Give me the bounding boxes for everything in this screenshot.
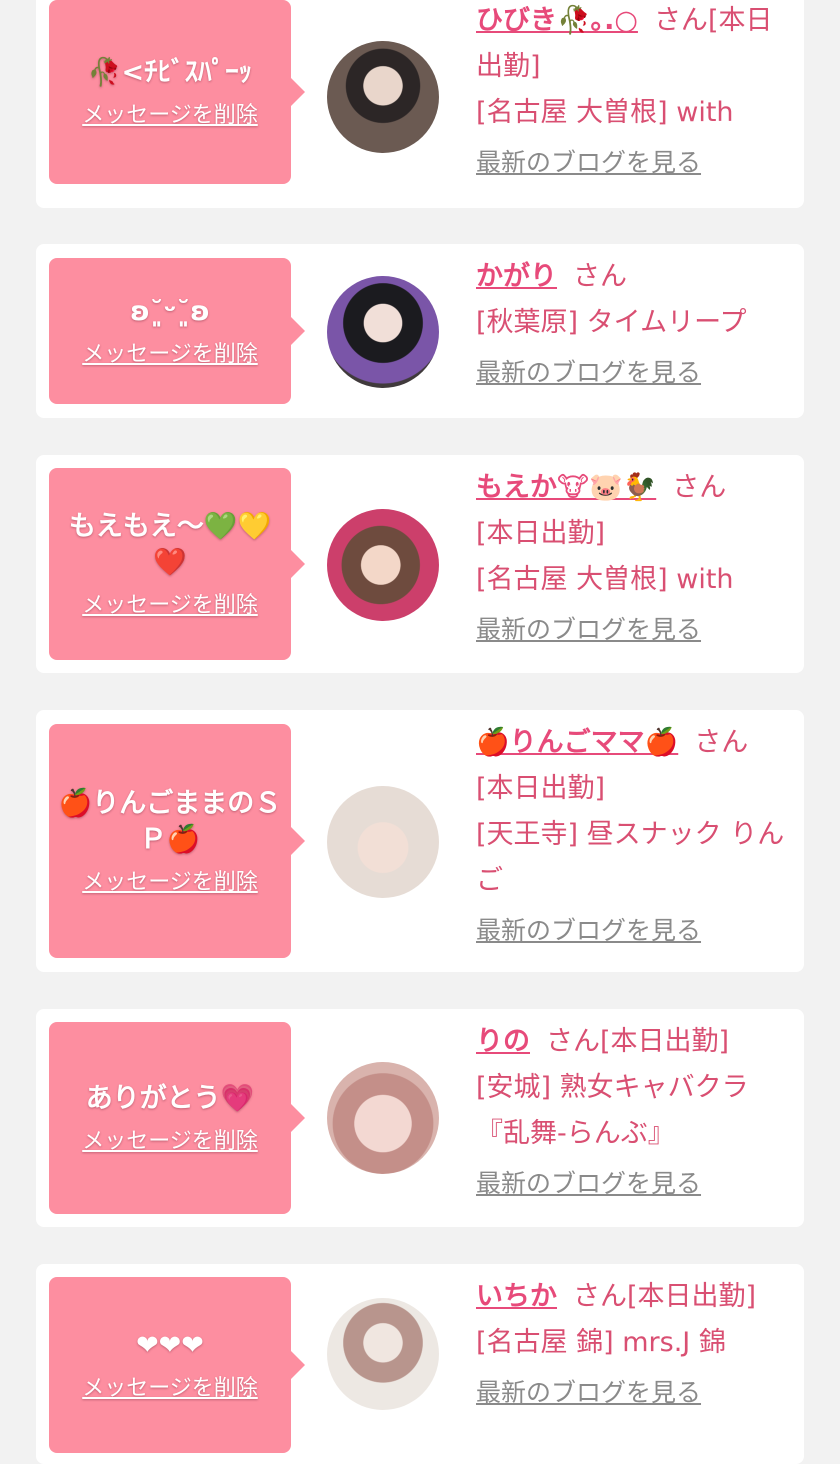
message-text: ʚ˘͈ᵕ˘͈ʚ bbox=[130, 296, 210, 327]
girl-info: りの さん[本日出勤] [安城] 熟女キャバクラ『乱舞-らんぶ』 最新のブログを見… bbox=[476, 1019, 788, 1207]
work-status: [本日出勤] bbox=[627, 1281, 757, 1312]
message-bubble: ありがとう💗 メッセージを削除 bbox=[49, 1022, 305, 1214]
girl-info: 🍎りんごママ🍎 さん [本日出勤] [天王寺] 昼スナック りんご 最新のブログを… bbox=[476, 720, 788, 954]
latest-blog-link[interactable]: 最新のブログを見る bbox=[476, 140, 701, 186]
message-card: ありがとう💗 メッセージを削除 りの さん[本日出勤] [安城] 熟女キャバクラ『… bbox=[36, 1009, 804, 1227]
girl-name-link[interactable]: ひびき🥀｡.○ bbox=[476, 5, 638, 36]
message-bubble: ❤︎❤︎❤︎ メッセージを削除 bbox=[49, 1277, 305, 1453]
girl-info: もえか🐮🐷🐓 さん [本日出勤] [名古屋 大曽根] with 最新のブログを見る bbox=[476, 465, 788, 653]
delete-message-link[interactable]: メッセージを削除 bbox=[82, 864, 258, 896]
work-status: [本日出勤] bbox=[476, 773, 606, 804]
delete-message-link[interactable]: メッセージを削除 bbox=[82, 336, 258, 368]
delete-message-link[interactable]: メッセージを削除 bbox=[82, 1370, 258, 1402]
avatar[interactable] bbox=[327, 1298, 439, 1410]
latest-blog-link[interactable]: 最新のブログを見る bbox=[476, 350, 701, 396]
message-text: ありがとう💗 bbox=[85, 1083, 255, 1114]
girl-info: いちか さん[本日出勤] [名古屋 錦] mrs.J 錦 最新のブログを見る bbox=[476, 1274, 788, 1416]
girl-info: ひびき🥀｡.○ さん[本日出勤] [名古屋 大曽根] with 最新のブログを見る bbox=[476, 0, 788, 186]
girl-name-link[interactable]: もえか🐮🐷🐓 bbox=[476, 472, 656, 503]
shop-name: [秋葉原] タイムリープ bbox=[476, 307, 747, 338]
honorific: さん bbox=[672, 472, 727, 503]
shop-name: [名古屋 大曽根] with bbox=[476, 564, 734, 595]
honorific: さん bbox=[653, 5, 708, 36]
latest-blog-link[interactable]: 最新のブログを見る bbox=[476, 1370, 701, 1416]
message-card: もえもえ〜💚💛❤️ メッセージを削除 もえか🐮🐷🐓 さん [本日出勤] [名古屋 … bbox=[36, 455, 804, 673]
shop-name: [名古屋 大曽根] with bbox=[476, 97, 734, 128]
avatar[interactable] bbox=[327, 41, 439, 153]
shop-name: [天王寺] 昼スナック りんご bbox=[476, 819, 785, 896]
message-card: ʚ˘͈ᵕ˘͈ʚ メッセージを削除 かがり さん [秋葉原] タイムリープ 最新のブ… bbox=[36, 244, 804, 418]
message-bubble: もえもえ〜💚💛❤️ メッセージを削除 bbox=[49, 468, 305, 660]
avatar[interactable] bbox=[327, 786, 439, 898]
message-card: 🥀<ﾁﾋﾞｽﾊﾟｰｯ メッセージを削除 ひびき🥀｡.○ さん[本日出勤] [名古屋… bbox=[36, 0, 804, 208]
shop-name: [名古屋 錦] mrs.J 錦 bbox=[476, 1327, 726, 1358]
avatar[interactable] bbox=[327, 509, 439, 621]
delete-message-link[interactable]: メッセージを削除 bbox=[82, 587, 258, 619]
avatar[interactable] bbox=[327, 1062, 439, 1174]
message-text: もえもえ〜💚💛❤️ bbox=[68, 511, 272, 578]
message-card: ❤︎❤︎❤︎ メッセージを削除 いちか さん[本日出勤] [名古屋 錦] mrs.… bbox=[36, 1264, 804, 1464]
message-bubble: ʚ˘͈ᵕ˘͈ʚ メッセージを削除 bbox=[49, 258, 305, 404]
latest-blog-link[interactable]: 最新のブログを見る bbox=[476, 1161, 701, 1207]
girl-info: かがり さん [秋葉原] タイムリープ 最新のブログを見る bbox=[476, 254, 788, 396]
work-status: [本日出勤] bbox=[476, 518, 606, 549]
shop-name: [安城] 熟女キャバクラ『乱舞-らんぶ』 bbox=[476, 1072, 749, 1149]
work-status: [本日出勤] bbox=[600, 1026, 730, 1057]
message-bubble: 🍎りんごままのＳＰ🍎 メッセージを削除 bbox=[49, 724, 305, 958]
girl-name-link[interactable]: いちか bbox=[476, 1281, 557, 1312]
message-card: 🍎りんごままのＳＰ🍎 メッセージを削除 🍎りんごママ🍎 さん [本日出勤] [天王… bbox=[36, 710, 804, 972]
latest-blog-link[interactable]: 最新のブログを見る bbox=[476, 607, 701, 653]
girl-name-link[interactable]: りの bbox=[476, 1026, 530, 1057]
delete-message-link[interactable]: メッセージを削除 bbox=[82, 1123, 258, 1155]
honorific: さん bbox=[694, 727, 749, 758]
avatar[interactable] bbox=[327, 276, 439, 388]
message-bubble: 🥀<ﾁﾋﾞｽﾊﾟｰｯ メッセージを削除 bbox=[49, 0, 305, 184]
message-text: 🍎りんごままのＳＰ🍎 bbox=[58, 788, 282, 855]
honorific: さん bbox=[546, 1026, 600, 1057]
latest-blog-link[interactable]: 最新のブログを見る bbox=[476, 908, 701, 954]
girl-name-link[interactable]: かがり bbox=[476, 261, 557, 292]
girl-name-link[interactable]: 🍎りんごママ🍎 bbox=[476, 727, 678, 758]
message-text: ❤︎❤︎❤︎ bbox=[136, 1330, 204, 1361]
honorific: さん bbox=[573, 1281, 627, 1312]
delete-message-link[interactable]: メッセージを削除 bbox=[82, 97, 258, 129]
honorific: さん bbox=[573, 261, 627, 292]
message-text: 🥀<ﾁﾋﾞｽﾊﾟｰｯ bbox=[87, 57, 253, 88]
